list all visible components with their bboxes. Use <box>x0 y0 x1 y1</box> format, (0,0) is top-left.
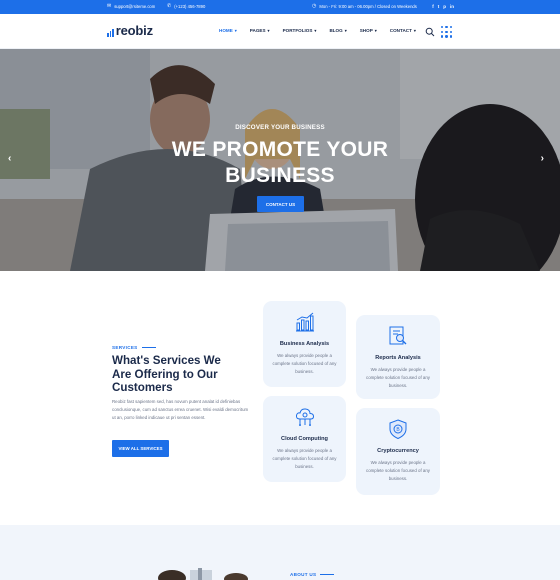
topbar-email[interactable]: ✉ support@rsiteme.com <box>107 3 156 10</box>
contact-us-button[interactable]: CONTACT US <box>257 196 304 212</box>
social-links: f t p in <box>432 4 454 9</box>
card-description: We always provide people a complete solu… <box>366 367 430 388</box>
next-slide-icon[interactable]: › <box>541 153 544 164</box>
logo-bars-icon <box>107 27 114 37</box>
services-title: What's Services We Are Offering to Our C… <box>112 354 221 394</box>
nav-portfolios[interactable]: PORTFOLIOS ▾ <box>283 28 317 33</box>
grid-menu-icon[interactable] <box>441 26 453 38</box>
twitter-icon[interactable]: t <box>438 4 440 9</box>
services-tag: SERVICES <box>112 345 156 350</box>
main-nav: HOME ▾ PAGES ▾ PORTFOLIOS ▾ BLOG ▾ SHOP … <box>219 28 429 33</box>
hero-title-line1: WE PROMOTE YOUR <box>171 138 389 161</box>
search-icon[interactable] <box>425 27 435 37</box>
clock-icon: ◷ <box>312 3 317 9</box>
service-card-cryptocurrency[interactable]: B Cryptocurrency We always provide peopl… <box>356 408 440 495</box>
topbar-email-text: support@rsiteme.com <box>114 4 156 9</box>
envelope-icon: ✉ <box>107 3 112 9</box>
service-card-reports-analysis[interactable]: Reports Analysis We always provide peopl… <box>356 315 440 399</box>
nav-home[interactable]: HOME ▾ <box>219 28 237 33</box>
site-logo[interactable]: reobiz <box>107 24 153 37</box>
hero-banner: DISCOVER YOUR BUSINESS WE PROMOTE YOUR B… <box>0 49 560 271</box>
about-us-tag: ABOUT US <box>290 572 334 577</box>
report-search-icon <box>389 326 407 345</box>
card-title: Reports Analysis <box>375 355 421 361</box>
topbar-hours-text: Mon - Fri: 9:00 am - 06.00pm / Closed on… <box>319 4 417 9</box>
chart-bars-icon <box>295 312 314 332</box>
topbar-phone[interactable]: ✆ (+123) 456-7890 <box>167 3 206 10</box>
topbar-phone-text: (+123) 456-7890 <box>174 4 206 9</box>
hero-title: WE PROMOTE YOUR BUSINESS <box>0 137 560 189</box>
nav-shop-label: SHOP <box>359 28 373 33</box>
topbar-hours: ◷ Mon - Fri: 9:00 am - 06.00pm / Closed … <box>312 3 417 10</box>
card-description: We always provide people a complete solu… <box>366 460 430 481</box>
card-title: Cloud Computing <box>281 436 328 442</box>
services-description: Reobiz fast sapientem sed, has novum put… <box>112 399 249 420</box>
facebook-icon[interactable]: f <box>432 4 434 9</box>
cryptocurrency-icon: B <box>389 419 407 440</box>
view-all-services-button[interactable]: VIEW ALL SERVICES <box>112 440 169 457</box>
logo-text: reobiz <box>115 23 153 38</box>
nav-contact[interactable]: CONTACT ▾ <box>390 28 416 33</box>
chevron-down-icon: ▾ <box>374 28 377 33</box>
top-bar: ✉ support@rsiteme.com ✆ (+123) 456-7890 … <box>0 0 560 14</box>
cloud-computing-icon <box>295 408 314 426</box>
nav-contact-label: CONTACT <box>389 28 412 33</box>
chevron-down-icon: ▾ <box>267 28 270 33</box>
nav-pages[interactable]: PAGES ▾ <box>250 28 270 33</box>
card-title: Business Analysis <box>279 341 330 347</box>
card-description: We always provide people a complete solu… <box>272 353 337 374</box>
nav-portfolios-label: PORTFOLIOS <box>282 28 313 33</box>
about-image <box>158 568 248 580</box>
nav-pages-label: PAGES <box>249 28 266 33</box>
card-title: Cryptocurrency <box>377 448 419 454</box>
nav-blog[interactable]: BLOG ▾ <box>329 28 346 33</box>
linkedin-icon[interactable]: in <box>450 4 454 9</box>
nav-shop[interactable]: SHOP ▾ <box>360 28 377 33</box>
pinterest-icon[interactable]: p <box>443 4 446 9</box>
nav-blog-label: BLOG <box>329 28 343 33</box>
site-header: reobiz HOME ▾ PAGES ▾ PORTFOLIOS ▾ BLOG … <box>0 14 560 49</box>
prev-slide-icon[interactable]: ‹ <box>8 153 11 164</box>
nav-home-label: HOME <box>219 28 233 33</box>
chevron-down-icon: ▾ <box>413 28 416 33</box>
phone-icon: ✆ <box>167 3 172 9</box>
service-card-cloud-computing[interactable]: Cloud Computing We always provide people… <box>263 396 346 482</box>
service-card-business-analysis[interactable]: Business Analysis We always provide peop… <box>263 301 346 387</box>
hero-subtitle: DISCOVER YOUR BUSINESS <box>235 124 325 131</box>
chevron-down-icon: ▾ <box>234 28 237 33</box>
chevron-down-icon: ▾ <box>344 28 347 33</box>
chevron-down-icon: ▾ <box>314 28 317 33</box>
about-section <box>0 525 560 580</box>
card-description: We always provide people a complete solu… <box>272 448 337 469</box>
hero-title-line2: BUSINESS <box>225 164 335 187</box>
